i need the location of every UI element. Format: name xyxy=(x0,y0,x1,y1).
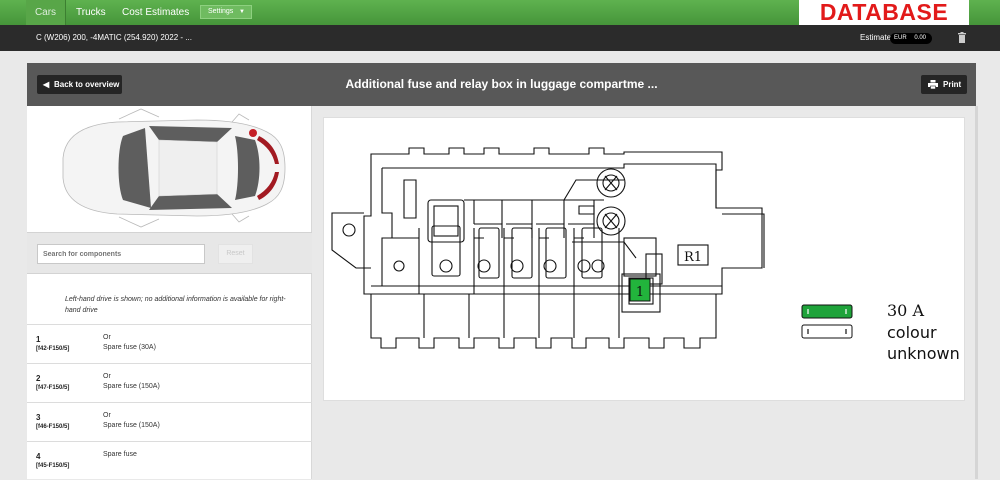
component-line2: Spare fuse (150A) xyxy=(103,383,160,390)
fuse-box-drawing: 1 R1 xyxy=(331,147,853,349)
settings-label: Settings xyxy=(208,8,234,15)
relay-r1-label: R1 xyxy=(684,250,702,265)
component-code: [f46-F150/5] xyxy=(36,424,70,430)
vehicle-selection[interactable]: C (W206) 200, -4MATIC (254.920) 2022 - .… xyxy=(36,25,192,51)
legend-label-unknown: unknown xyxy=(887,344,960,363)
list-item[interactable]: 4 [f45-F150/5] Spare fuse xyxy=(27,441,312,480)
scrollbar[interactable] xyxy=(975,106,978,479)
list-item[interactable]: 3 [f46-F150/5] Or Spare fuse (150A) xyxy=(27,402,312,441)
settings-dropdown[interactable]: Settings ▼ xyxy=(200,5,252,19)
back-to-overview-button[interactable]: ◀ Back to overview xyxy=(37,75,122,94)
car-top-view-icon xyxy=(62,108,286,228)
search-input[interactable] xyxy=(37,244,205,264)
estimate-amount: 0.00 xyxy=(914,35,926,41)
component-number: 3 xyxy=(36,413,41,422)
panel-header: Additional fuse and relay box in luggage… xyxy=(27,63,976,106)
legend-swatch-30a xyxy=(801,304,853,319)
component-sidebar: Reset Left-hand drive is shown; no addit… xyxy=(27,106,312,479)
legend-label-colour: colour xyxy=(887,323,937,342)
component-number: 2 xyxy=(36,374,41,383)
component-code: [f47-F150/5] xyxy=(36,385,70,391)
estimate-label: Estimate xyxy=(860,33,892,42)
component-number: 4 xyxy=(36,452,41,461)
component-number: 1 xyxy=(36,335,41,344)
component-line2: Spare fuse (150A) xyxy=(103,422,160,429)
legend-label-30a: 30 A xyxy=(887,301,924,320)
estimate-badge[interactable]: EUR 0.00 xyxy=(890,33,932,44)
arrow-left-icon: ◀ xyxy=(43,80,50,89)
estimate-currency: EUR xyxy=(894,35,907,41)
legend-swatch-unknown xyxy=(801,324,853,339)
reset-button[interactable]: Reset xyxy=(218,244,253,264)
tab-cost-estimates[interactable]: Cost Estimates xyxy=(116,0,195,25)
component-line1: Or xyxy=(103,373,111,380)
printer-icon xyxy=(928,80,938,89)
vehicle-bar: C (W206) 200, -4MATIC (254.920) 2022 - .… xyxy=(0,25,1000,51)
fuse-box-diagram: 1 R1 30 A colour unknown xyxy=(323,117,965,401)
component-line1: Or xyxy=(103,334,111,341)
component-code: [f45-F150/5] xyxy=(36,463,70,469)
component-line2: Spare fuse (30A) xyxy=(103,344,156,351)
tab-trucks[interactable]: Trucks xyxy=(70,0,112,25)
drive-side-notice: Left-hand drive is shown; no additional … xyxy=(65,296,286,314)
back-button-label: Back to overview xyxy=(54,80,120,89)
fuse-1-label: 1 xyxy=(636,285,644,300)
component-line1: Spare fuse xyxy=(103,451,137,458)
car-location-view xyxy=(27,106,312,232)
print-button-label: Print xyxy=(943,80,962,89)
top-nav: Cars Trucks Cost Estimates Settings ▼ DA… xyxy=(0,0,1000,25)
page-title: Additional fuse and relay box in luggage… xyxy=(345,77,658,91)
brand-logo: DATABASE xyxy=(799,0,969,25)
trash-icon[interactable] xyxy=(958,32,966,43)
print-button[interactable]: Print xyxy=(921,75,967,94)
caret-down-icon: ▼ xyxy=(239,9,245,15)
tab-cars[interactable]: Cars xyxy=(26,0,66,25)
list-item[interactable]: 1 [f42-F150/5] Or Spare fuse (30A) xyxy=(27,324,312,363)
search-bar: Reset xyxy=(27,232,312,274)
component-code: [f42-F150/5] xyxy=(36,346,70,352)
component-line1: Or xyxy=(103,412,111,419)
list-item[interactable]: 2 [f47-F150/5] Or Spare fuse (150A) xyxy=(27,363,312,402)
